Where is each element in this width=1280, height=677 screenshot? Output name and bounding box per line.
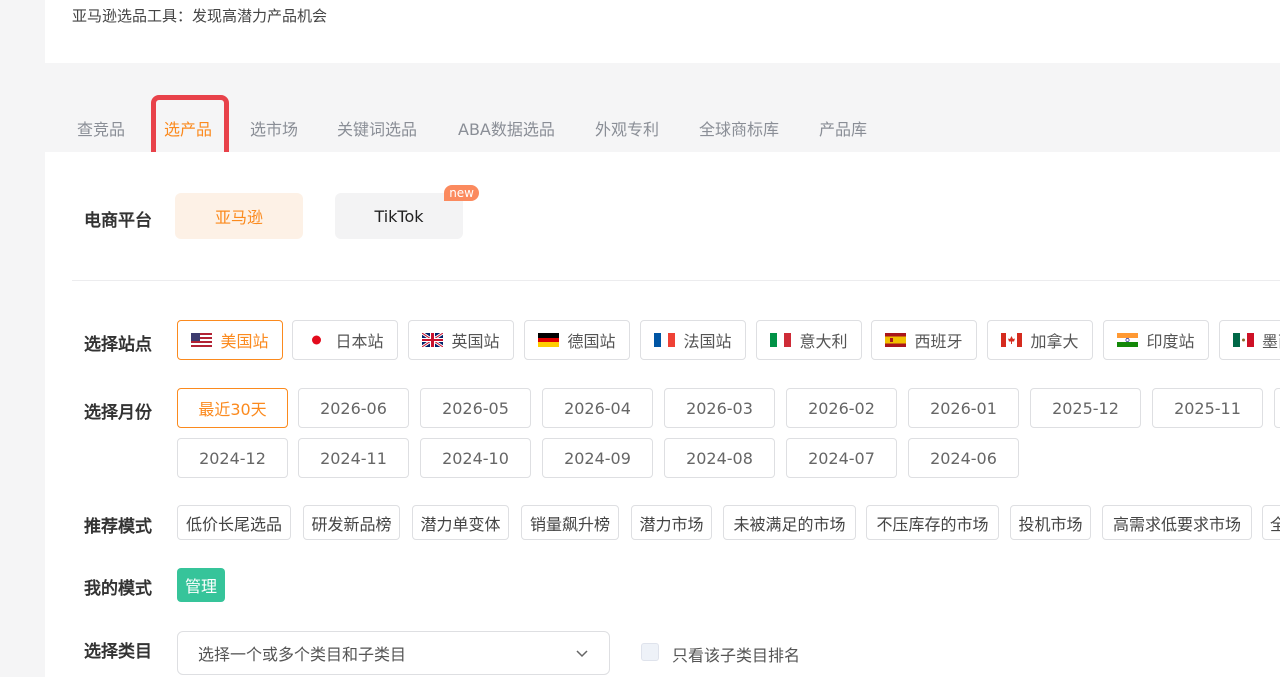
month-option[interactable]: 2026-05 <box>420 388 531 428</box>
month-option[interactable]: 2026-01 <box>908 388 1019 428</box>
month-option[interactable]: 2025-11 <box>1152 388 1263 428</box>
site-es[interactable]: 西班牙 <box>871 320 977 360</box>
tab-aba-data[interactable]: ABA数据选品 <box>458 116 555 140</box>
month-option[interactable]: 2024-06 <box>908 438 1019 478</box>
category-label: 选择类目 <box>84 642 152 662</box>
site-it-label: 意大利 <box>799 332 848 351</box>
de-flag-icon <box>538 333 560 347</box>
month-option[interactable]: 2026-06 <box>298 388 409 428</box>
mode-chip[interactable]: 高需求低要求市场 <box>1102 505 1252 540</box>
page-title: 亚马逊选品工具：发现高潜力产品机会 <box>72 7 328 25</box>
recommend-label: 推荐模式 <box>84 517 152 537</box>
jp-flag-icon <box>306 333 328 347</box>
tab-keyword[interactable]: 关键词选品 <box>337 116 417 140</box>
tab-select-market[interactable]: 选市场 <box>250 116 298 140</box>
mode-chip[interactable]: 不压库存的市场 <box>866 505 999 540</box>
in-flag-icon <box>1117 333 1139 347</box>
month-option[interactable]: 2024-09 <box>542 438 653 478</box>
site-us[interactable]: 美国站 <box>177 320 283 360</box>
subcategory-rank-label: 只看该子类目排名 <box>672 646 801 665</box>
page-header: 亚马逊选品工具：发现高潜力产品机会 <box>45 0 1280 63</box>
tab-competitor[interactable]: 查竞品 <box>77 116 125 140</box>
mode-chip[interactable]: 全 <box>1262 505 1280 540</box>
category-placeholder: 选择一个或多个类目和子类目 <box>198 645 407 664</box>
tab-trademark[interactable]: 全球商标库 <box>699 116 779 140</box>
month-option[interactable]: 2024-10 <box>420 438 531 478</box>
site-label: 选择站点 <box>84 335 152 355</box>
site-it[interactable]: 意大利 <box>756 320 862 360</box>
month-option[interactable]: 2025-12 <box>1030 388 1141 428</box>
month-option-partial[interactable] <box>1274 388 1280 428</box>
platform-amazon-button[interactable]: 亚马逊 <box>175 193 303 239</box>
site-de[interactable]: 德国站 <box>524 320 630 360</box>
site-ca-label: 加拿大 <box>1030 332 1079 351</box>
month-option[interactable]: 2026-02 <box>786 388 897 428</box>
platform-amazon-label: 亚马逊 <box>214 208 263 227</box>
platform-tiktok-button[interactable]: TikTok new <box>335 185 479 239</box>
month-option[interactable]: 2026-03 <box>664 388 775 428</box>
site-uk[interactable]: 英国站 <box>408 320 514 360</box>
month-label: 选择月份 <box>84 403 152 423</box>
site-de-label: 德国站 <box>567 332 616 351</box>
uk-flag-icon <box>422 333 444 347</box>
site-us-label: 美国站 <box>220 332 269 351</box>
site-mx-label: 墨西 <box>1262 332 1280 351</box>
mode-chip[interactable]: 低价长尾选品 <box>177 505 291 540</box>
tab-design-patent[interactable]: 外观专利 <box>595 116 659 140</box>
month-option[interactable]: 2024-07 <box>786 438 897 478</box>
mode-chip[interactable]: 未被满足的市场 <box>723 505 856 540</box>
site-jp[interactable]: 日本站 <box>292 320 398 360</box>
it-flag-icon <box>770 333 792 347</box>
site-uk-label: 英国站 <box>451 332 500 351</box>
new-badge: new <box>444 185 479 201</box>
site-jp-label: 日本站 <box>335 332 384 351</box>
ca-flag-icon <box>1001 333 1023 347</box>
category-select[interactable]: 选择一个或多个类目和子类目 <box>177 631 610 675</box>
month-option[interactable]: 2026-04 <box>542 388 653 428</box>
us-flag-icon <box>191 333 213 347</box>
site-in[interactable]: 印度站 <box>1103 320 1209 360</box>
site-fr-label: 法国站 <box>683 332 732 351</box>
divider <box>72 280 1280 281</box>
month-option[interactable]: 2024-12 <box>177 438 288 478</box>
mode-chip[interactable]: 销量飙升榜 <box>521 505 619 540</box>
fr-flag-icon <box>654 333 676 347</box>
filter-panel: 电商平台 亚马逊 TikTok new 选择站点 美国站 日本站 英国站 德国站… <box>45 152 1280 677</box>
site-es-label: 西班牙 <box>914 332 963 351</box>
mode-chip[interactable]: 潜力单变体 <box>412 505 509 540</box>
mx-flag-icon <box>1233 333 1254 347</box>
month-option[interactable]: 最近30天 <box>177 388 288 428</box>
tab-bar: 查竞品 选产品 选市场 关键词选品 ABA数据选品 外观专利 全球商标库 产品库 <box>45 63 1280 162</box>
platform-tiktok-label: TikTok <box>374 206 424 226</box>
site-fr[interactable]: 法国站 <box>640 320 746 360</box>
my-mode-label: 我的模式 <box>84 579 152 599</box>
tab-product-library[interactable]: 产品库 <box>819 116 867 140</box>
site-in-label: 印度站 <box>1146 332 1195 351</box>
month-option[interactable]: 2024-08 <box>664 438 775 478</box>
platform-label: 电商平台 <box>84 211 152 231</box>
site-ca[interactable]: 加拿大 <box>987 320 1093 360</box>
subcategory-rank-checkbox[interactable] <box>641 643 659 661</box>
chevron-down-icon <box>576 650 588 658</box>
mode-chip[interactable]: 研发新品榜 <box>303 505 400 540</box>
month-option[interactable]: 2024-11 <box>298 438 409 478</box>
manage-button[interactable]: 管理 <box>177 568 225 602</box>
es-flag-icon <box>885 333 907 347</box>
site-mx[interactable]: 墨西 <box>1219 320 1280 360</box>
mode-chip[interactable]: 潜力市场 <box>631 505 712 540</box>
mode-chip[interactable]: 投机市场 <box>1010 505 1091 540</box>
